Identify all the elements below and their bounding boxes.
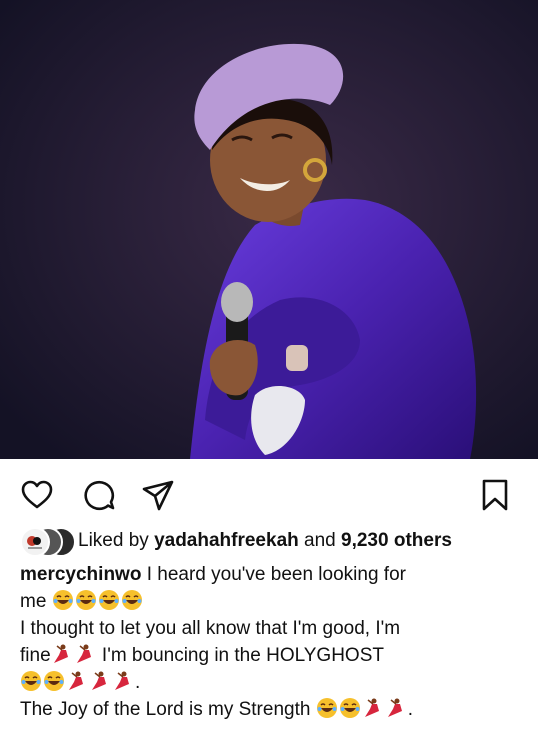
action-bar [0,470,538,520]
likes-row: Liked by yadahahfreekah and 9,230 others [20,525,452,557]
laughing-emoji-icon [75,590,96,610]
dancer-emoji-icon [69,671,83,690]
instagram-post: Liked by yadahahfreekah and 9,230 others… [0,0,538,742]
dancer-emoji-icon [92,671,106,690]
likes-joiner: and [304,530,336,551]
laughing-emoji-icon [339,698,360,718]
dancer-emoji-icon [115,671,129,690]
caption-line: mercychinwo I heard you've been looking … [20,561,525,588]
like-button[interactable] [20,478,54,512]
bookmark-icon [482,479,508,511]
save-button[interactable] [478,478,512,512]
caption-text: me [20,591,47,612]
caption-text: I thought to let you all know that I'm g… [20,618,401,639]
comment-button[interactable] [82,478,116,512]
caption-text: fine [20,645,51,666]
caption-line: I thought to let you all know that I'm g… [20,615,525,642]
laughing-emoji-icon [98,590,119,610]
caption-username[interactable]: mercychinwo [20,564,141,585]
dancer-emoji-icon [364,698,379,717]
post-caption: mercychinwo I heard you've been looking … [20,561,525,723]
send-icon [142,480,174,511]
liker-username[interactable]: yadahahfreekah [154,530,299,551]
likes-others[interactable]: 9,230 others [341,530,452,551]
laughing-emoji-icon [21,671,41,691]
post-photo[interactable] [0,0,538,459]
likes-text: Liked by yadahahfreekah and 9,230 others [78,530,452,552]
laughing-emoji-icon [44,671,64,691]
laughing-emoji-icon [316,698,337,718]
share-button[interactable] [141,478,175,512]
caption-line: The Joy of the Lord is my Strength . [20,696,525,723]
dancer-emoji-icon [387,698,402,717]
laughing-emoji-icon [121,590,142,610]
liker-avatars[interactable] [20,526,76,557]
caption-text: The Joy of the Lord is my Strength [20,699,311,720]
caption-line: fine I'm bouncing in the HOLYGHOST [20,642,525,669]
logo-icon [27,536,42,549]
heart-icon [21,480,53,509]
caption-text: . [407,699,413,720]
likes-prefix: Liked by [78,530,149,551]
caption-line: . [20,669,525,696]
avatar [20,527,50,557]
photo-illustration [0,0,538,459]
caption-line: me [20,588,525,615]
caption-text: I heard you've been looking for [146,564,406,585]
laughing-emoji-icon [52,590,73,610]
comment-icon [84,480,115,511]
caption-text: . [135,672,141,693]
caption-text: I'm bouncing in the HOLYGHOST [101,645,384,666]
dancer-emoji-icon [76,644,91,663]
dancer-emoji-icon [53,644,68,663]
